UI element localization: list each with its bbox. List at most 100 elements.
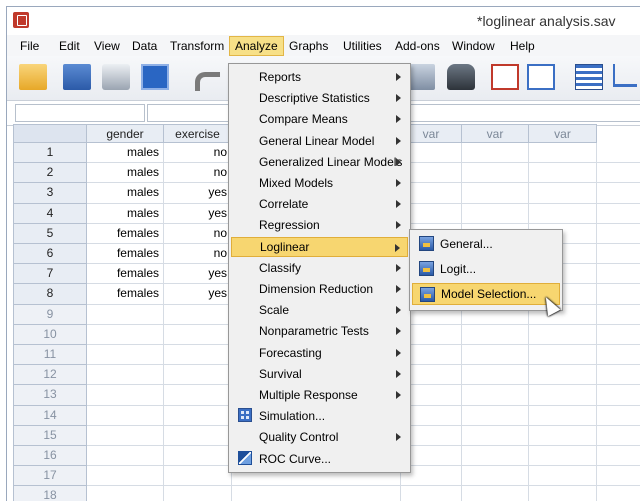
menu-edit[interactable]: Edit bbox=[54, 38, 85, 55]
row-header[interactable]: 5 bbox=[13, 223, 87, 244]
empty-cell[interactable] bbox=[529, 143, 597, 164]
empty-cell[interactable] bbox=[597, 345, 640, 366]
empty-cell[interactable] bbox=[529, 203, 597, 224]
menu-item-classify[interactable]: Classify bbox=[231, 258, 408, 278]
menu-item-generalized-linear-models[interactable]: Generalized Linear Models bbox=[231, 152, 408, 172]
exercise-cell[interactable]: yes bbox=[164, 284, 232, 305]
submenu-item-logit[interactable]: Logit... bbox=[412, 258, 560, 280]
gender-cell[interactable] bbox=[87, 345, 164, 366]
menu-window[interactable]: Window bbox=[447, 38, 500, 55]
menu-item-roc-curve[interactable]: ROC Curve... bbox=[231, 449, 408, 469]
menu-item-descriptive-statistics[interactable]: Descriptive Statistics bbox=[231, 88, 408, 108]
menu-help[interactable]: Help bbox=[505, 38, 540, 55]
exercise-cell[interactable] bbox=[164, 425, 232, 446]
menu-item-reports[interactable]: Reports bbox=[231, 67, 408, 87]
split-file-icon[interactable] bbox=[575, 64, 603, 90]
empty-cell[interactable] bbox=[597, 466, 640, 487]
empty-cell[interactable] bbox=[597, 304, 640, 325]
empty-cell[interactable] bbox=[462, 466, 529, 487]
empty-cell[interactable] bbox=[597, 264, 640, 285]
menu-item-correlate[interactable]: Correlate bbox=[231, 194, 408, 214]
menu-transform[interactable]: Transform bbox=[165, 38, 229, 55]
row-header[interactable]: 11 bbox=[13, 345, 87, 366]
empty-cell[interactable] bbox=[462, 163, 529, 184]
empty-cell[interactable] bbox=[597, 405, 640, 426]
cell-name-field[interactable] bbox=[15, 104, 145, 122]
exercise-cell[interactable] bbox=[164, 405, 232, 426]
gender-cell[interactable]: males bbox=[87, 143, 164, 164]
exercise-cell[interactable] bbox=[164, 324, 232, 345]
row-header[interactable]: 6 bbox=[13, 244, 87, 265]
row-header[interactable]: 18 bbox=[13, 486, 87, 501]
empty-cell[interactable] bbox=[597, 324, 640, 345]
row-header[interactable]: 4 bbox=[13, 203, 87, 224]
empty-cell[interactable] bbox=[529, 446, 597, 467]
exercise-cell[interactable]: no bbox=[164, 163, 232, 184]
empty-cell[interactable] bbox=[597, 385, 640, 406]
gender-cell[interactable]: females bbox=[87, 223, 164, 244]
menu-view[interactable]: View bbox=[89, 38, 125, 55]
row-header[interactable]: 7 bbox=[13, 264, 87, 285]
row-header[interactable]: 15 bbox=[13, 425, 87, 446]
empty-cell[interactable] bbox=[529, 405, 597, 426]
empty-cell[interactable] bbox=[529, 345, 597, 366]
menu-item-quality-control[interactable]: Quality Control bbox=[231, 427, 408, 447]
row-header[interactable]: 2 bbox=[13, 163, 87, 184]
row-header[interactable]: 14 bbox=[13, 405, 87, 426]
save-icon[interactable] bbox=[63, 64, 91, 90]
menu-item-multiple-response[interactable]: Multiple Response bbox=[231, 385, 408, 405]
exercise-cell[interactable]: yes bbox=[164, 183, 232, 204]
insert-cases-icon[interactable] bbox=[491, 64, 519, 90]
empty-cell[interactable] bbox=[597, 446, 640, 467]
exercise-cell[interactable]: no bbox=[164, 244, 232, 265]
row-header[interactable]: 1 bbox=[13, 143, 87, 164]
menu-item-loglinear[interactable]: Loglinear bbox=[231, 236, 408, 257]
empty-cell[interactable] bbox=[597, 425, 640, 446]
gender-cell[interactable] bbox=[87, 385, 164, 406]
empty-cell[interactable] bbox=[401, 486, 462, 501]
empty-cell[interactable] bbox=[529, 385, 597, 406]
row-header[interactable]: 8 bbox=[13, 284, 87, 305]
empty-cell[interactable] bbox=[462, 425, 529, 446]
gender-cell[interactable] bbox=[87, 304, 164, 325]
exercise-cell[interactable]: yes bbox=[164, 203, 232, 224]
gender-cell[interactable] bbox=[87, 324, 164, 345]
empty-cell[interactable] bbox=[462, 143, 529, 164]
empty-cell[interactable] bbox=[529, 163, 597, 184]
empty-cell[interactable] bbox=[462, 385, 529, 406]
submenu-item-model-selection[interactable]: Model Selection... bbox=[412, 283, 560, 305]
gender-cell[interactable]: males bbox=[87, 163, 164, 184]
exercise-cell[interactable] bbox=[164, 446, 232, 467]
empty-cell[interactable] bbox=[597, 365, 640, 386]
empty-cell[interactable] bbox=[462, 203, 529, 224]
empty-cell[interactable] bbox=[529, 425, 597, 446]
menu-item-general-linear-model[interactable]: General Linear Model bbox=[231, 131, 408, 151]
empty-cell[interactable] bbox=[597, 163, 640, 184]
dialog-recall-icon[interactable] bbox=[141, 64, 169, 90]
gender-cell[interactable]: females bbox=[87, 284, 164, 305]
gender-cell[interactable]: males bbox=[87, 203, 164, 224]
gender-cell[interactable] bbox=[87, 486, 164, 501]
empty-cell[interactable] bbox=[232, 486, 401, 501]
menu-data[interactable]: Data bbox=[127, 38, 162, 55]
undo-icon[interactable] bbox=[195, 72, 220, 91]
menu-graphs[interactable]: Graphs bbox=[284, 38, 333, 55]
empty-cell[interactable] bbox=[462, 345, 529, 366]
open-folder-icon[interactable] bbox=[19, 64, 47, 90]
row-header[interactable]: 3 bbox=[13, 183, 87, 204]
column-header-gender[interactable]: gender bbox=[87, 124, 164, 143]
menu-item-dimension-reduction[interactable]: Dimension Reduction bbox=[231, 279, 408, 299]
row-header[interactable]: 17 bbox=[13, 466, 87, 487]
gender-cell[interactable] bbox=[87, 446, 164, 467]
menu-item-regression[interactable]: Regression bbox=[231, 215, 408, 235]
menu-file[interactable]: File bbox=[15, 38, 44, 55]
menu-analyze[interactable]: Analyze bbox=[229, 36, 284, 56]
empty-cell[interactable] bbox=[529, 466, 597, 487]
exercise-cell[interactable] bbox=[164, 345, 232, 366]
gender-cell[interactable]: females bbox=[87, 264, 164, 285]
gender-cell[interactable] bbox=[87, 405, 164, 426]
exercise-cell[interactable] bbox=[164, 304, 232, 325]
empty-cell[interactable] bbox=[462, 446, 529, 467]
empty-cell[interactable] bbox=[462, 405, 529, 426]
grid-corner[interactable] bbox=[13, 124, 87, 143]
